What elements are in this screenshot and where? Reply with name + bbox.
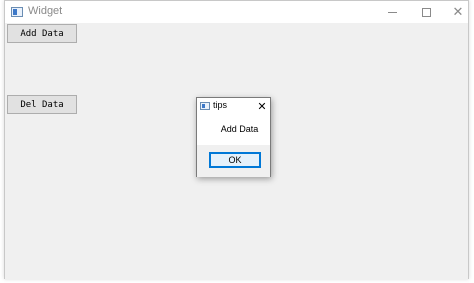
dialog-message: Add Data	[220, 124, 259, 134]
dialog-title: tips	[213, 100, 228, 110]
del-data-button[interactable]: Del Data	[7, 95, 77, 114]
app-window-icon	[11, 7, 23, 17]
close-icon: ✕	[452, 4, 464, 20]
add-data-button[interactable]: Add Data	[7, 24, 77, 43]
ok-button[interactable]: OK	[209, 152, 261, 168]
minimize-button[interactable]	[375, 1, 409, 23]
maximize-icon	[421, 7, 431, 17]
dialog-body: Add Data	[197, 115, 270, 145]
maximize-button[interactable]	[409, 1, 443, 23]
window-title: Widget	[28, 5, 63, 17]
dialog-app-icon	[200, 102, 210, 110]
minimize-icon	[387, 11, 397, 13]
window-titlebar[interactable]: Widget ✕	[5, 1, 468, 23]
tips-dialog: tips ✕ Add Data OK	[196, 97, 271, 177]
dialog-close-button[interactable]: ✕	[253, 98, 271, 115]
window-close-button[interactable]: ✕	[441, 1, 474, 23]
dialog-titlebar[interactable]: tips ✕	[197, 98, 270, 115]
close-icon: ✕	[257, 100, 267, 113]
dialog-footer: OK	[197, 145, 270, 177]
